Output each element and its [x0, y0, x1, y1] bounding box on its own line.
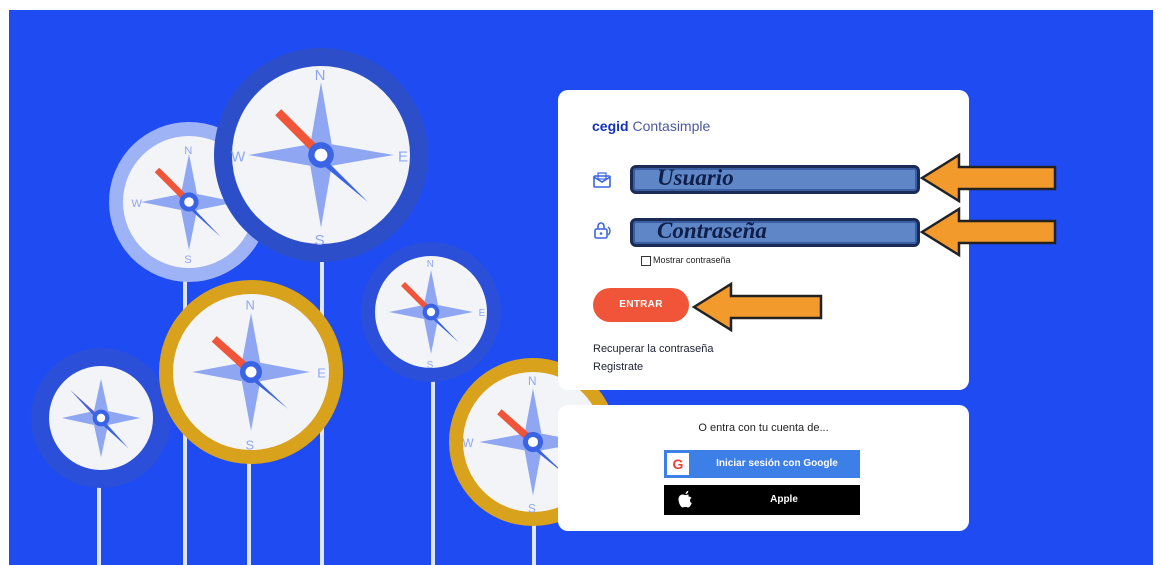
social-login-card: O entra con tu cuenta de... G Iniciar se… [558, 405, 969, 531]
login-card: cegid Contasimple Usuario Contraseña Mos… [558, 90, 969, 390]
compass-illustration: N S E [159, 280, 343, 464]
compass-stick [431, 370, 435, 565]
svg-text:W: W [231, 148, 246, 165]
svg-text:W: W [462, 437, 474, 450]
show-password-label: Mostrar contraseña [653, 255, 731, 265]
compass-west-letter: W [131, 198, 142, 210]
svg-text:N: N [315, 67, 326, 84]
svg-text:S: S [315, 232, 325, 249]
arrow-left-icon [919, 206, 1057, 258]
brand-name-rest: Contasimple [628, 118, 711, 134]
brand-name-bold: cegid [592, 118, 629, 134]
password-placeholder: Contraseña [657, 218, 767, 243]
svg-text:E: E [317, 366, 326, 381]
compass-illustration [31, 348, 171, 488]
recover-password-link[interactable]: Recuperar la contraseña [593, 343, 713, 355]
svg-text:E: E [398, 148, 408, 165]
apple-login-label: Apple [770, 494, 798, 505]
svg-text:S: S [528, 503, 536, 516]
apple-icon [678, 490, 692, 508]
username-placeholder: Usuario [657, 165, 734, 190]
submit-button[interactable]: ENTRAR [593, 288, 689, 322]
svg-text:E: E [479, 308, 486, 319]
username-field[interactable]: Usuario [630, 165, 920, 194]
google-login-button[interactable]: G Iniciar sesión con Google [664, 450, 860, 478]
compass-illustration: N S E W [214, 48, 428, 262]
compass-north-letter: N [184, 145, 192, 157]
google-icon: G [667, 453, 689, 475]
register-link[interactable]: Registrate [593, 361, 643, 373]
svg-text:S: S [427, 360, 434, 371]
password-field[interactable]: Contraseña [630, 218, 920, 247]
svg-text:N: N [528, 375, 537, 388]
apple-login-button[interactable]: Apple [664, 485, 860, 515]
social-login-title: O entra con tu cuenta de... [698, 422, 829, 434]
google-login-label: Iniciar sesión con Google [716, 458, 838, 469]
arrow-left-icon [691, 281, 823, 333]
login-page-background: N S W N S E N S E W N S E N S W cegid Co… [9, 10, 1153, 565]
svg-text:N: N [427, 259, 434, 270]
compass-south-letter: S [184, 254, 191, 266]
arrow-left-icon [919, 152, 1057, 204]
brand-logo: cegid Contasimple [592, 118, 710, 134]
show-password-checkbox[interactable] [641, 255, 651, 266]
svg-text:S: S [245, 437, 254, 452]
padlock-icon [594, 222, 611, 239]
svg-text:N: N [245, 297, 254, 312]
show-password-toggle[interactable]: Mostrar contraseña [641, 255, 731, 266]
envelope-icon [593, 172, 611, 188]
